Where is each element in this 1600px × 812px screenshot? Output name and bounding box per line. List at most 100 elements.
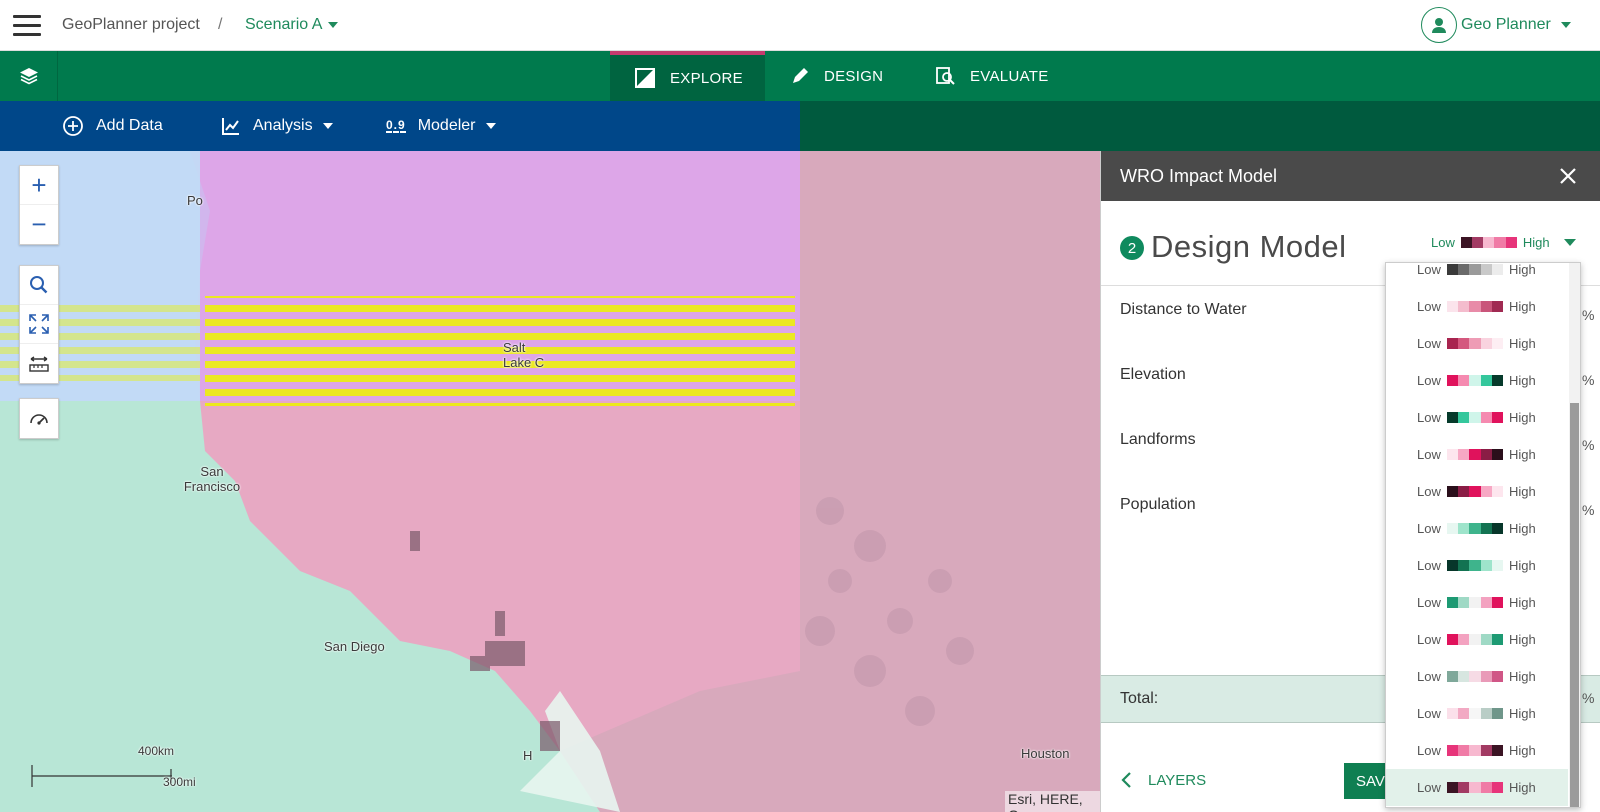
ramp-high-label: High: [1509, 336, 1536, 351]
color-ramp-option[interactable]: Low High: [1386, 362, 1568, 399]
ramp-swatch: [1460, 237, 1517, 248]
map-label-portland: Po: [187, 193, 203, 208]
tab-label: EXPLORE: [670, 69, 743, 87]
ramp-high-label: High: [1509, 447, 1536, 462]
color-ramp-option[interactable]: Low High: [1386, 658, 1568, 695]
color-ramp-option[interactable]: Low High: [1386, 473, 1568, 510]
panel-header: WRO Impact Model: [1101, 151, 1600, 201]
ramp-swatch: [1447, 375, 1504, 386]
main-nav: EXPLORE DESIGN EVALUATE: [0, 51, 1600, 101]
scenario-dropdown[interactable]: Scenario A: [245, 16, 339, 34]
ramp-low-label: Low: [1417, 558, 1441, 573]
factor-distance-to-water: Distance to Water: [1120, 301, 1247, 318]
ramp-low-label: Low: [1431, 235, 1455, 250]
top-header: GeoPlanner project / Scenario A Geo Plan…: [0, 0, 1600, 51]
search-button[interactable]: [20, 266, 58, 305]
analysis-icon: [222, 118, 239, 135]
color-ramp-select[interactable]: Low High: [1431, 235, 1576, 250]
gauge-icon: [30, 413, 48, 425]
full-extent-button[interactable]: [20, 305, 58, 344]
back-to-layers-link[interactable]: LAYERS: [1120, 771, 1206, 789]
scrollbar-thumb[interactable]: [1570, 403, 1579, 807]
search-icon: [30, 276, 48, 294]
color-ramp-option[interactable]: Low High: [1386, 262, 1568, 288]
chevron-left-icon: [1121, 772, 1131, 788]
ramp-low-label: Low: [1417, 632, 1441, 647]
measure-button[interactable]: [20, 344, 58, 383]
scale-label-km: 400km: [138, 744, 175, 758]
ramp-low-label: Low: [1417, 336, 1441, 351]
ramp-high-label: High: [1509, 262, 1536, 277]
ramp-low-label: Low: [1417, 595, 1441, 610]
color-ramp-option[interactable]: Low High: [1386, 510, 1568, 547]
color-ramp-option[interactable]: Low High: [1386, 399, 1568, 436]
ramp-high-label: High: [1509, 595, 1536, 610]
modeler-label: Modeler: [417, 117, 476, 134]
color-ramp-option[interactable]: Low High: [1386, 288, 1568, 325]
scrollbar[interactable]: [1569, 263, 1580, 807]
ramp-low-label: Low: [1417, 262, 1441, 277]
ramp-high-label: High: [1509, 484, 1536, 499]
chevron-down-icon: [328, 21, 339, 28]
ramp-swatch: [1447, 782, 1504, 793]
zoom-out-button[interactable]: −: [20, 205, 58, 244]
add-data-label: Add Data: [96, 117, 163, 134]
color-ramp-option[interactable]: Low High: [1386, 695, 1568, 732]
user-icon: [1432, 18, 1446, 33]
tab-explore[interactable]: EXPLORE: [610, 51, 765, 101]
color-ramp-option[interactable]: Low High: [1386, 436, 1568, 473]
ramp-high-label: High: [1509, 373, 1536, 388]
panel-title: WRO Impact Model: [1120, 165, 1278, 186]
layers-button[interactable]: [0, 51, 58, 101]
explore-icon: [635, 68, 655, 88]
tab-label: EVALUATE: [970, 67, 1049, 85]
zoom-in-button[interactable]: +: [20, 166, 58, 205]
map-view[interactable]: Po Salt Lake C San Francisco San Diego H…: [0, 151, 1100, 812]
user-name: Geo Planner: [1461, 16, 1551, 33]
ramp-low-label: Low: [1417, 743, 1441, 758]
ramp-high-label: High: [1509, 410, 1536, 425]
tab-design[interactable]: DESIGN: [790, 51, 883, 101]
chevron-down-icon: [485, 123, 496, 129]
color-ramp-option[interactable]: Low High: [1386, 584, 1568, 621]
ramp-swatch: [1447, 671, 1504, 682]
color-ramp-option[interactable]: Low High: [1386, 325, 1568, 362]
ramp-low-label: Low: [1417, 410, 1441, 425]
add-data-button[interactable]: Add Data: [62, 101, 163, 151]
color-ramp-option[interactable]: Low High: [1386, 547, 1568, 584]
ramp-high-label: High: [1509, 780, 1536, 795]
toolbar-background: [800, 101, 1600, 151]
user-menu[interactable]: Geo Planner: [1421, 7, 1571, 43]
ramp-high-label: High: [1509, 743, 1536, 758]
tab-evaluate[interactable]: EVALUATE: [934, 51, 1049, 101]
hamburger-menu-icon[interactable]: [13, 15, 41, 37]
ramp-swatch: [1447, 560, 1504, 571]
pencil-icon: [793, 68, 808, 83]
ramp-low-label: Low: [1417, 521, 1441, 536]
factor-population: Population: [1120, 496, 1196, 513]
analysis-menu[interactable]: Analysis: [221, 101, 333, 151]
save-label: SAV: [1356, 772, 1385, 790]
ramp-low-label: Low: [1417, 447, 1441, 462]
zoom-controls: + −: [19, 165, 59, 245]
ramp-high-label: High: [1509, 521, 1536, 536]
modeler-menu[interactable]: 0.9 Modeler: [386, 101, 496, 151]
weight-percent: %: [1582, 307, 1595, 323]
ramp-swatch: [1447, 708, 1504, 719]
add-circle-icon: [63, 116, 83, 136]
color-ramp-option[interactable]: Low High: [1386, 769, 1568, 806]
map-tools: [19, 265, 59, 384]
modeler-icon: 0.9: [386, 118, 406, 133]
weight-percent: %: [1582, 437, 1595, 453]
ramp-high-label: High: [1509, 706, 1536, 721]
color-ramp-option[interactable]: Low High: [1386, 621, 1568, 658]
breadcrumb-project[interactable]: GeoPlanner project: [62, 16, 200, 34]
map-attribution: Esri, HERE, G: [1005, 791, 1100, 812]
avatar: [1421, 7, 1457, 43]
dashboard-button[interactable]: [20, 399, 58, 438]
close-icon[interactable]: [1557, 165, 1579, 187]
layers-icon: [19, 68, 38, 85]
factor-elevation: Elevation: [1120, 366, 1186, 383]
ramp-high-label: High: [1509, 558, 1536, 573]
color-ramp-option[interactable]: Low High: [1386, 732, 1568, 769]
